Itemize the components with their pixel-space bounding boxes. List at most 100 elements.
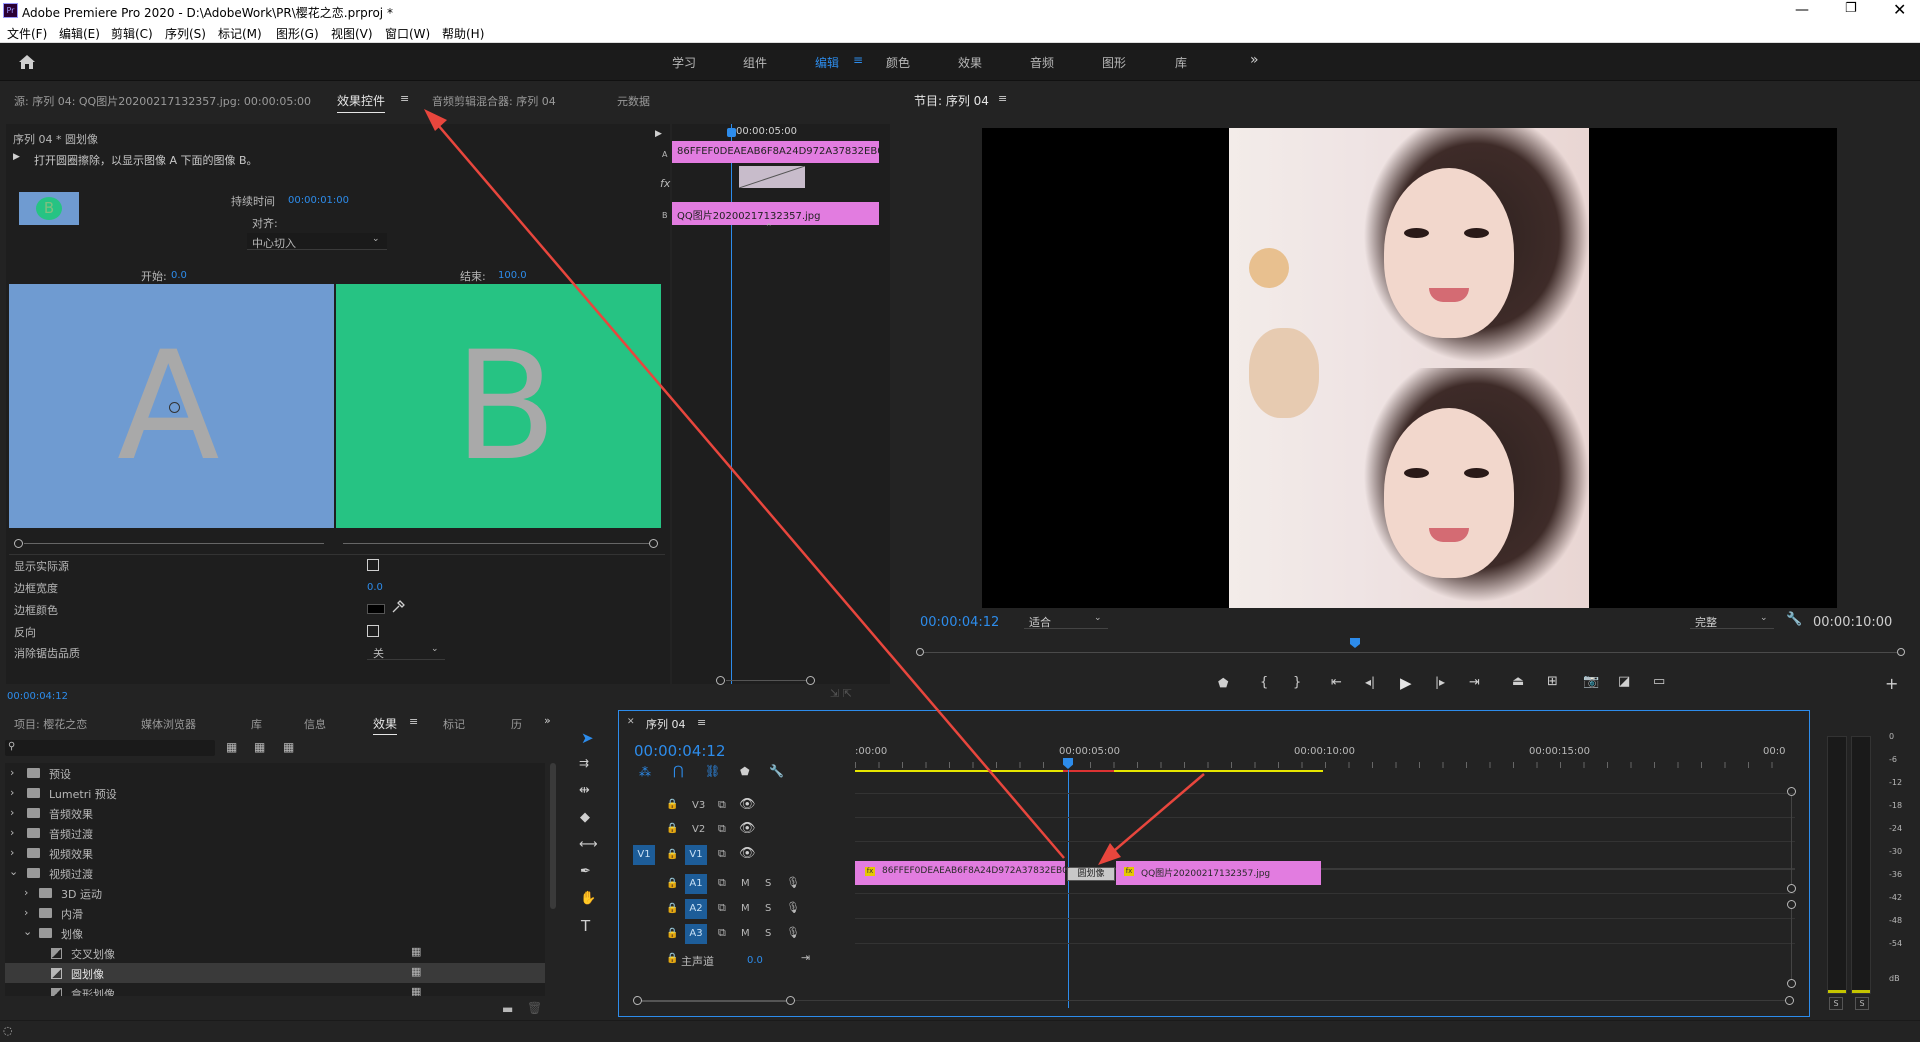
track-select-tool-icon[interactable]: ⇉ <box>579 756 589 770</box>
mini-clip-b[interactable]: QQ图片20200217132357.jpg <box>672 202 879 225</box>
slip-tool-icon[interactable]: ⟷ <box>579 837 598 852</box>
tab-audio-clip-mixer[interactable]: 音频剪辑混合器: 序列 04 <box>432 93 556 109</box>
list-item[interactable]: ⌄ 视频过渡 <box>5 863 545 883</box>
track-target-a3[interactable]: A3 <box>685 924 707 944</box>
extract-icon[interactable]: ⊞ <box>1547 674 1558 689</box>
expand-right-icon[interactable]: ▶ <box>655 129 662 139</box>
microphone-icon[interactable]: 🎙 <box>786 901 800 914</box>
mini-playhead[interactable] <box>727 128 736 137</box>
list-item[interactable]: › 音频过渡 <box>5 823 545 843</box>
linked-selection-icon[interactable]: ⛓ <box>705 764 720 778</box>
lock-icon[interactable]: 🔒 <box>666 849 678 860</box>
workspace-tab-effects[interactable]: 效果 <box>958 54 982 71</box>
master-volume-value[interactable]: 0.0 <box>747 955 763 966</box>
list-item[interactable]: › 视频效果 <box>5 843 545 863</box>
timeline-settings-icon[interactable]: 🔧 <box>769 764 784 778</box>
tab-history[interactable]: 历 <box>511 716 522 732</box>
play-icon[interactable]: ▶ <box>1400 674 1412 692</box>
end-value[interactable]: 100.0 <box>498 270 527 281</box>
list-item[interactable]: › Lumetri 预设 <box>5 783 545 803</box>
menu-marker[interactable]: 标记(M) <box>218 25 262 42</box>
list-item[interactable]: › 预设 <box>5 763 545 783</box>
panel-menu-icon[interactable]: ≡ <box>697 716 706 729</box>
tab-media-browser[interactable]: 媒体浏览器 <box>141 716 196 732</box>
snap-icon[interactable]: ⋂ <box>673 764 684 779</box>
ripple-edit-tool-icon[interactable]: ⇹ <box>579 783 590 798</box>
sync-lock-icon[interactable]: ⧉ <box>718 798 726 812</box>
program-timecode[interactable]: 00:00:04:12 <box>920 615 999 630</box>
menu-edit[interactable]: 编辑(E) <box>59 25 100 42</box>
list-item[interactable]: › 音频效果 <box>5 803 545 823</box>
tab-effect-controls[interactable]: 效果控件 <box>337 92 386 113</box>
program-scrub-bar[interactable] <box>916 638 1906 660</box>
panel-menu-icon[interactable]: ≡ <box>998 92 1007 105</box>
32bit-effects-icon[interactable]: ▦ <box>254 740 265 754</box>
more-workspaces-icon[interactable]: » <box>1250 52 1259 68</box>
source-patch-v1[interactable]: V1 <box>633 845 655 865</box>
solo-left-button[interactable]: S <box>1829 997 1843 1010</box>
delete-icon[interactable]: 🗑 <box>527 1001 542 1015</box>
mute-a2[interactable]: M <box>741 903 750 914</box>
accelerated-effects-icon[interactable]: ▦ <box>226 740 237 754</box>
go-to-end-icon[interactable]: ⇥ <box>801 951 810 964</box>
mark-out-icon[interactable]: } <box>1293 675 1301 690</box>
effect-controls-timecode[interactable]: 00:00:04:12 <box>7 691 68 702</box>
audio-scroll-bottom[interactable] <box>1787 979 1796 988</box>
list-item[interactable]: › 3D 运动 <box>5 883 545 903</box>
home-icon[interactable] <box>18 54 36 70</box>
lock-icon[interactable]: 🔒 <box>666 928 678 939</box>
add-marker-icon[interactable]: ⬟ <box>740 765 750 778</box>
sync-lock-icon[interactable]: ⧉ <box>718 847 726 861</box>
step-forward-icon[interactable]: |▸ <box>1435 675 1445 689</box>
tab-project[interactable]: 项目: 樱花之恋 <box>14 716 87 732</box>
vr-view-icon[interactable]: ▭ <box>1653 674 1665 689</box>
track-target-v1[interactable]: V1 <box>685 845 707 865</box>
mini-transition[interactable] <box>739 166 805 188</box>
workspace-tab-editing[interactable]: 编辑 <box>815 54 839 71</box>
yuv-effects-icon[interactable]: ▦ <box>283 740 294 754</box>
more-tabs-icon[interactable]: » <box>544 714 551 727</box>
lift-icon[interactable]: ⏏ <box>1512 674 1524 689</box>
sync-lock-icon[interactable]: ⧉ <box>718 822 726 836</box>
step-back-icon[interactable]: ◂| <box>1365 675 1375 689</box>
minimize-button[interactable]: — <box>1795 2 1809 18</box>
sync-lock-icon[interactable]: ⧉ <box>718 876 726 890</box>
video-scroll-bottom[interactable] <box>1787 884 1796 893</box>
tab-metadata[interactable]: 元数据 <box>617 93 650 109</box>
sync-lock-icon[interactable]: ⧉ <box>718 926 726 940</box>
go-to-in-icon[interactable]: ⇤ <box>1331 675 1342 690</box>
nest-icon[interactable]: ⁂ <box>639 765 651 779</box>
workspace-tab-assembly[interactable]: 组件 <box>743 54 767 71</box>
track-target-a2[interactable]: A2 <box>685 899 707 919</box>
tab-markers[interactable]: 标记 <box>443 716 465 732</box>
menu-window[interactable]: 窗口(W) <box>385 25 430 42</box>
mute-a1[interactable]: M <box>741 878 750 889</box>
track-target-a1[interactable]: A1 <box>685 874 707 894</box>
zoom-select[interactable]: 适合 ⌄ <box>1024 612 1108 629</box>
list-item[interactable]: ⌄ 划像 <box>5 923 545 943</box>
border-width-value[interactable]: 0.0 <box>367 582 383 593</box>
tab-libraries[interactable]: 库 <box>251 716 262 732</box>
microphone-icon[interactable]: 🎙 <box>786 926 800 939</box>
duration-value[interactable]: 00:00:01:00 <box>288 195 349 206</box>
panel-menu-icon[interactable]: ≡ <box>409 715 418 728</box>
start-value[interactable]: 0.0 <box>171 270 187 281</box>
workspace-tab-color[interactable]: 颜色 <box>886 54 910 71</box>
workspace-tab-libraries[interactable]: 库 <box>1175 54 1187 71</box>
export-icon[interactable]: ⇲ ⇱ <box>830 687 852 700</box>
anti-aliasing-select[interactable]: 关 ⌄ <box>367 644 445 660</box>
comparison-view-icon[interactable]: ◪ <box>1618 674 1630 689</box>
eye-icon[interactable]: 👁 <box>739 821 756 836</box>
timeline-transition[interactable]: 圆划像 <box>1067 867 1115 881</box>
type-tool-icon[interactable]: T <box>581 917 590 935</box>
video-scroll-top[interactable] <box>1787 787 1796 796</box>
solo-a3[interactable]: S <box>765 928 771 939</box>
mini-zoom-slider[interactable] <box>716 676 816 686</box>
sequence-tab[interactable]: 序列 04 <box>646 716 686 732</box>
play-preview-icon[interactable]: ▶ <box>13 152 20 162</box>
close-button[interactable]: ✕ <box>1893 0 1906 19</box>
go-to-out-icon[interactable]: ⇥ <box>1469 675 1480 690</box>
solo-a2[interactable]: S <box>765 903 771 914</box>
effects-scrollbar[interactable] <box>550 763 556 909</box>
reverse-checkbox[interactable] <box>367 625 379 637</box>
